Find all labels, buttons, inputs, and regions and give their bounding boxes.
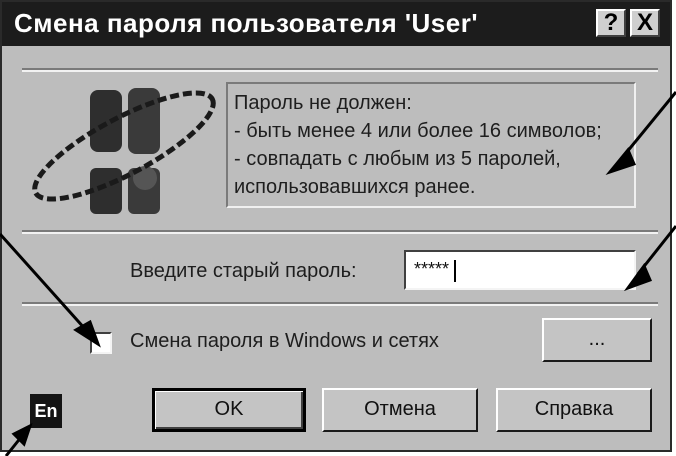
arrow-to-rules-head	[605, 147, 637, 176]
arrow-to-password-head	[623, 262, 653, 292]
arrow-to-checkbox-head	[73, 319, 101, 348]
annotation-arrows	[0, 91, 676, 456]
arrow-to-checkbox	[0, 232, 88, 332]
arrow-to-rules	[620, 91, 676, 159]
